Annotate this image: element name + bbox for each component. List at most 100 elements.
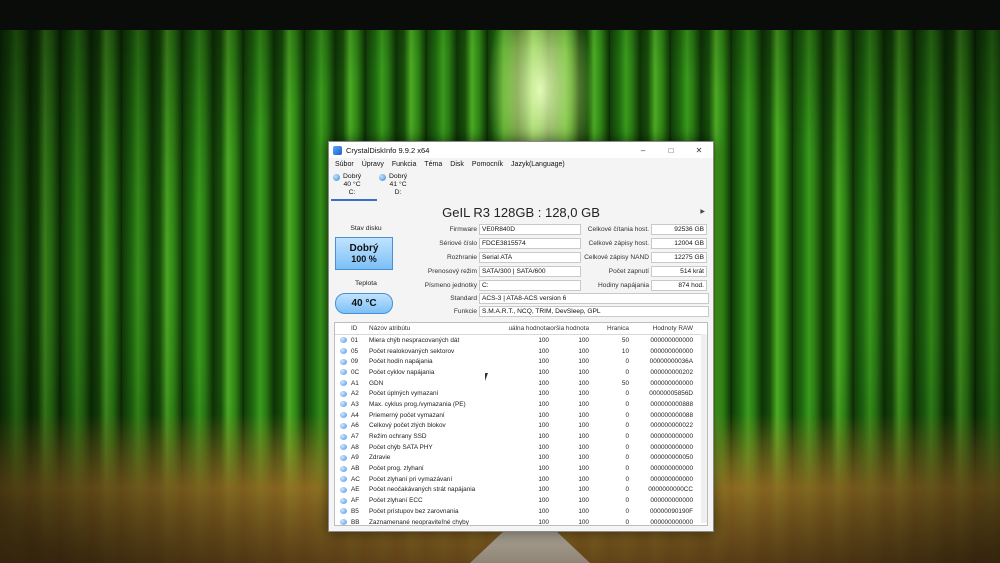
host-reads-value: 92536 GB — [651, 224, 707, 235]
table-row[interactable]: A1 GDN 100 100 50 000000000000 — [335, 378, 707, 389]
current-value: 100 — [538, 497, 549, 505]
title-bar[interactable]: CrystalDiskInfo 9.9.2 x64 – □ ✕ — [329, 142, 713, 158]
column-header-current[interactable]: Aktuálna hodnota — [509, 325, 549, 332]
menu-funkcia[interactable]: Funkcia — [388, 161, 421, 168]
table-row[interactable]: A7 Režim ochrany SSD 100 100 0 000000000000 — [335, 431, 707, 442]
column-header-threshold[interactable]: Hranica — [589, 325, 629, 332]
current-value: 100 — [538, 336, 549, 344]
table-row[interactable]: AE Počet neočakávaných strát napájania 100… — [335, 485, 707, 496]
threshold-value: 0 — [625, 390, 629, 398]
attribute-id: AF — [351, 497, 360, 505]
status-dot-icon — [335, 476, 351, 483]
table-row[interactable]: AC Počet zlyhaní pri vymazávaní 100 100 0 000… — [335, 474, 707, 485]
worst-value: 100 — [578, 390, 589, 398]
menu-disk[interactable]: Disk — [446, 161, 468, 168]
column-header-raw[interactable]: Hodnoty RAW — [629, 325, 693, 332]
threshold-value: 0 — [625, 465, 629, 473]
disk-temp: 40 °C — [343, 181, 361, 188]
status-dot-icon — [339, 401, 347, 408]
serial-value: FDCE3815574 — [479, 238, 581, 249]
status-dot-icon — [339, 369, 347, 376]
threshold-value: 0 — [625, 411, 629, 419]
disk-letter: D: — [394, 189, 402, 196]
threshold-value: 0 — [625, 443, 629, 451]
status-dot-icon — [339, 486, 347, 493]
attribute-name: Počet realokovaných sektorov — [369, 347, 455, 355]
attribute-id: A4 — [351, 411, 359, 419]
table-row[interactable]: 01 Miera chýb nespracovaných dát 100 100 50 0… — [335, 335, 707, 346]
attribute-name: Počet prístupov bez zarovnania — [369, 507, 459, 515]
current-value: 100 — [538, 454, 549, 462]
table-row[interactable]: 0C Počet cyklov napájania 100 100 0 000000000… — [335, 367, 707, 378]
disk-tab-c[interactable]: Dobrý 40 °C C: — [331, 171, 377, 201]
power-hours-value: 874 hod. — [651, 280, 707, 291]
firmware-value: VE0R840D — [479, 224, 581, 235]
threshold-value: 0 — [625, 433, 629, 441]
threshold-value: 0 — [625, 454, 629, 462]
table-scrollbar[interactable] — [701, 334, 707, 523]
drive-letter-label: Písmeno jednotky — [424, 282, 477, 289]
table-row[interactable]: 05 Počet realokovaných sektorov 100 100 10 00… — [335, 346, 707, 357]
transfer-label: Prenosový režim — [427, 268, 477, 275]
nand-writes-value: 12275 GB — [651, 252, 707, 263]
smart-rows: 01 Miera chýb nespracovaných dát 100 100 50 0… — [335, 335, 707, 526]
worst-value: 100 — [578, 486, 589, 494]
worst-value: 100 — [578, 347, 589, 355]
status-dot-icon — [335, 412, 351, 419]
threshold-value: 0 — [625, 497, 629, 505]
worst-value: 100 — [578, 465, 589, 473]
close-button[interactable]: ✕ — [685, 142, 713, 158]
attribute-id: 01 — [351, 336, 359, 344]
menu-jazyk[interactable]: Jazyk(Language) — [507, 161, 569, 168]
status-dot-icon — [339, 476, 347, 483]
column-header-worst[interactable]: Najhoršia hodnota — [549, 325, 589, 332]
raw-value: 000000000000 — [650, 497, 693, 505]
table-row[interactable]: A2 Počet úplných vymazaní 100 100 0 000000058… — [335, 388, 707, 399]
status-dot-icon — [335, 519, 351, 525]
minimize-button[interactable]: – — [629, 142, 657, 158]
threshold-value: 50 — [621, 379, 629, 387]
threshold-value: 0 — [625, 400, 629, 408]
firmware-label: Firmware — [449, 226, 477, 233]
attribute-id: A1 — [351, 379, 359, 387]
table-row[interactable]: 09 Počet hodín napájania 100 100 0 0000000003… — [335, 356, 707, 367]
host-writes-label: Celkové zápisy host. — [588, 240, 649, 247]
status-dot-icon — [335, 401, 351, 408]
table-row[interactable]: A6 Celkový počet zlých blokov 100 100 0 00000… — [335, 421, 707, 432]
menu-upravy[interactable]: Úpravy — [358, 161, 388, 168]
smart-attributes-table[interactable]: ID Názov atribútu Aktuálna hodnota Najho… — [334, 322, 708, 526]
table-row[interactable]: AB Počet prog. zlyhaní 100 100 0 000000000000 — [335, 463, 707, 474]
current-value: 100 — [538, 486, 549, 494]
worst-value: 100 — [578, 518, 589, 526]
column-header-name[interactable]: Názov atribútu — [369, 325, 509, 332]
health-status-box[interactable]: Dobrý 100 % — [335, 237, 393, 270]
attribute-name: Počet zlyhaní ECC — [369, 497, 423, 505]
current-value: 100 — [538, 518, 549, 526]
standard-label: Standard — [450, 295, 477, 302]
table-row[interactable]: A4 Priemerný počet vymazaní 100 100 0 0000000… — [335, 410, 707, 421]
menu-tema[interactable]: Téma — [420, 161, 446, 168]
temperature-box[interactable]: 40 °C — [335, 293, 393, 314]
disk-tab-d[interactable]: Dobrý 41 °C D: — [377, 171, 423, 201]
attribute-id: 09 — [351, 358, 359, 366]
table-row[interactable]: AF Počet zlyhaní ECC 100 100 0 000000000000 — [335, 495, 707, 506]
column-header-id[interactable]: ID — [351, 325, 369, 332]
status-dot-icon — [335, 497, 351, 504]
table-row[interactable]: A8 Počet chýb SATA PHY 100 100 0 000000000000 — [335, 442, 707, 453]
current-value: 100 — [538, 411, 549, 419]
table-row[interactable]: B5 Počet prístupov bez zarovnania 100 100 0 0… — [335, 506, 707, 517]
raw-value: 000000000000 — [650, 518, 693, 526]
table-row[interactable]: A9 Zdravie 100 100 0 000000000050 — [335, 453, 707, 464]
attribute-id: AE — [351, 486, 360, 494]
current-value: 100 — [538, 422, 549, 430]
table-row[interactable]: BB Zaznamenané neopraviteľné chyby 100 100 0… — [335, 517, 707, 526]
power-count-value: 514 krát — [651, 266, 707, 277]
next-disk-arrow-icon[interactable]: ▶ — [700, 208, 705, 215]
attribute-id: A7 — [351, 433, 359, 441]
menu-subor[interactable]: Súbor — [331, 161, 358, 168]
table-row[interactable]: A3 Max. cyklus prog./vymazania (PE) 100 100… — [335, 399, 707, 410]
menu-pomocnik[interactable]: Pomocník — [468, 161, 507, 168]
maximize-button[interactable]: □ — [657, 142, 685, 158]
worst-value: 100 — [578, 497, 589, 505]
status-dot-icon — [335, 337, 351, 344]
